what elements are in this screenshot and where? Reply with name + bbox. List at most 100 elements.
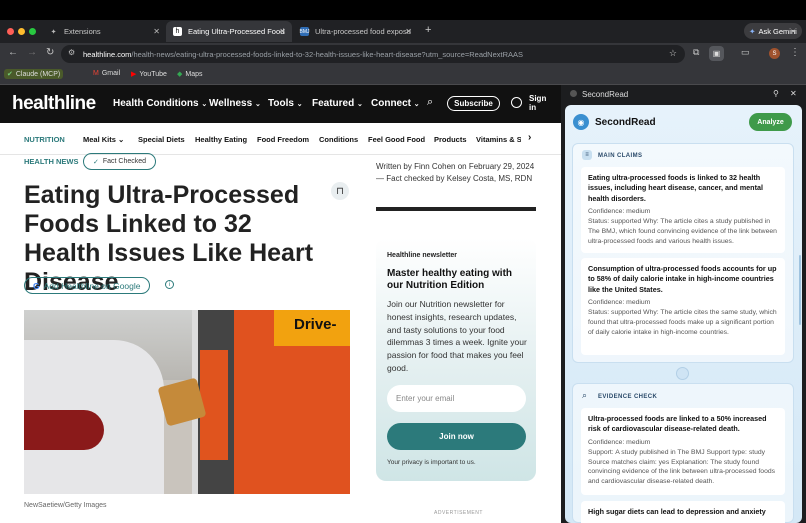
- main-claims-label: MAIN CLAIMS: [598, 153, 643, 159]
- sign-in-link[interactable]: Sign in: [529, 94, 549, 113]
- new-tab-icon[interactable]: +: [425, 24, 431, 36]
- fact-checked-link[interactable]: Fact checked: [386, 174, 434, 183]
- secondread-body: ◉ SecondRead Analyze ≡ MAIN CLAIMS Eatin…: [565, 105, 802, 523]
- tab-extensions[interactable]: ✦ Extensions ✕: [42, 21, 166, 42]
- menu-kebab-icon[interactable]: ⋮: [790, 47, 800, 58]
- advertisement-label: ADVERTISEMENT: [434, 510, 483, 516]
- panel-scrollbar[interactable]: [799, 255, 801, 325]
- healthline-logo[interactable]: healthline: [12, 93, 96, 115]
- tab-ultra-processed[interactable]: BMJ Ultra-processed food exposu ✕: [293, 21, 418, 42]
- bookmark-claude-mcp[interactable]: ✔ Claude (MCP): [4, 69, 64, 79]
- info-icon[interactable]: i: [165, 280, 174, 289]
- subnav-special-diets[interactable]: Special Diets: [138, 135, 185, 144]
- evidence-card: High sugar diets can lead to depression …: [581, 501, 785, 523]
- subnav-meal-kits[interactable]: Meal Kits ⌄: [83, 135, 124, 144]
- bookmark-star-icon[interactable]: ☆: [669, 48, 677, 59]
- site-header: healthline Health Conditions ⌄ Wellness …: [0, 85, 561, 123]
- user-icon[interactable]: [511, 97, 522, 108]
- bookmark-icon[interactable]: ⊓: [331, 182, 349, 200]
- newsletter-box: Healthline newsletter Master healthy eat…: [376, 238, 536, 481]
- join-now-button[interactable]: Join now: [387, 423, 526, 450]
- category-label[interactable]: HEALTH NEWS: [24, 157, 78, 166]
- youtube-icon: ▶: [131, 71, 137, 78]
- maximize-window-button[interactable]: [29, 28, 36, 35]
- extensions-icon[interactable]: ⧉: [693, 47, 699, 58]
- nav-featured[interactable]: Featured ⌄: [312, 98, 363, 109]
- close-tab-icon[interactable]: ✕: [279, 27, 286, 36]
- newsletter-heading: Master healthy eating with our Nutrition…: [387, 268, 513, 291]
- nav-tools[interactable]: Tools ⌄: [268, 98, 303, 109]
- claim-card: Consumption of ultra-processed foods acc…: [581, 258, 785, 355]
- privacy-note: Your privacy is important to us.: [387, 459, 476, 466]
- check-icon: ✓: [93, 158, 99, 166]
- drive-thru-sign: Drive-: [294, 316, 337, 333]
- sub-navigation: NUTRITION Meal Kits ⌄ Special Diets Heal…: [0, 123, 561, 155]
- chevron-down-icon: ⌄: [357, 101, 363, 108]
- search-icon[interactable]: ⌕: [427, 96, 433, 109]
- reload-icon[interactable]: ↻: [46, 47, 54, 58]
- add-healthline-google-button[interactable]: G Add Healthline on Google: [24, 277, 150, 294]
- chevron-right-icon[interactable]: ›: [528, 132, 531, 143]
- profile-avatar[interactable]: S: [769, 48, 780, 59]
- subnav-nutrition[interactable]: NUTRITION: [24, 135, 65, 144]
- subnav-food-freedom[interactable]: Food Freedom: [257, 135, 309, 144]
- author-link[interactable]: Finn Cohen: [414, 162, 455, 171]
- magnifier-icon: ⌕: [582, 390, 588, 400]
- subnav-products[interactable]: Products: [434, 135, 467, 144]
- back-icon[interactable]: ←: [8, 47, 18, 58]
- close-tab-icon[interactable]: ✕: [405, 27, 412, 36]
- image-credit: NewSaetiew/Getty Images: [24, 502, 107, 509]
- chevron-down-icon: ⌄: [118, 135, 125, 144]
- bookmark-gmail[interactable]: M Gmail: [93, 70, 120, 77]
- side-panel-header: SecondRead ⚲ ✕: [561, 85, 806, 103]
- minimize-window-button[interactable]: [18, 28, 25, 35]
- nav-wellness[interactable]: Wellness ⌄: [209, 98, 261, 109]
- scroll-indicator[interactable]: [676, 367, 689, 380]
- forward-icon[interactable]: →: [27, 47, 37, 58]
- system-top-bar: [0, 0, 806, 20]
- tab-list-icon[interactable]: ⌄: [789, 24, 797, 35]
- list-icon: ≡: [582, 150, 592, 160]
- close-tab-icon[interactable]: ✕: [153, 27, 160, 36]
- nav-connect[interactable]: Connect ⌄: [371, 98, 420, 109]
- secondread-title: SecondRead: [595, 117, 656, 128]
- cast-icon[interactable]: ▭: [741, 47, 750, 58]
- email-field[interactable]: Enter your email: [387, 385, 526, 412]
- puzzle-icon: ✦: [50, 28, 57, 36]
- subscribe-button[interactable]: Subscribe: [447, 96, 500, 111]
- maps-icon: ◆: [177, 71, 183, 78]
- close-panel-icon[interactable]: ✕: [790, 89, 797, 98]
- secondread-logo-icon: ◉: [573, 114, 589, 130]
- bookmark-maps[interactable]: ◆ Maps: [177, 70, 203, 79]
- privacy-link[interactable]: privacy: [402, 459, 423, 466]
- analyze-button[interactable]: Analyze: [749, 113, 792, 131]
- newsletter-body: Join our Nutrition newsletter for honest…: [387, 299, 527, 373]
- chevron-down-icon: ⌄: [201, 101, 208, 108]
- close-window-button[interactable]: [7, 28, 14, 35]
- gmail-icon: M: [93, 70, 99, 77]
- nav-health-conditions[interactable]: Health Conditions ⌄: [113, 98, 207, 109]
- bookmarks-bar: [0, 65, 806, 85]
- chevron-down-icon: ⌄: [296, 101, 303, 108]
- article-image: Drive-: [24, 310, 350, 494]
- side-panel-icon[interactable]: ▣: [709, 46, 724, 61]
- subnav-vitamins[interactable]: Vitamins & Su: [476, 135, 521, 144]
- checker-link[interactable]: Kelsey Costa, MS, RDN: [447, 174, 532, 183]
- subnav-conditions[interactable]: Conditions: [319, 135, 358, 144]
- secondread-side-panel: SecondRead ⚲ ✕ ◉ SecondRead Analyze ≡ MA…: [561, 85, 806, 523]
- bmj-favicon-icon: BMJ: [299, 27, 310, 36]
- check-icon: ✔: [7, 71, 13, 78]
- panel-app-icon: [570, 90, 577, 97]
- claim-card: Eating ultra-processed foods is linked t…: [581, 167, 785, 253]
- url-bar[interactable]: ⚙ healthline.com/health-news/eating-ultr…: [61, 45, 685, 63]
- chevron-down-icon: ⌄: [254, 101, 261, 108]
- fact-checked-badge[interactable]: ✓ Fact Checked: [83, 153, 157, 170]
- bookmark-youtube[interactable]: ▶ YouTube: [131, 70, 167, 79]
- tab-healthline[interactable]: h Eating Ultra-Processed Foods ✕: [166, 21, 292, 42]
- evidence-check-label: EVIDENCE CHECK: [598, 394, 658, 400]
- site-info-icon[interactable]: ⚙: [68, 48, 75, 57]
- pin-icon[interactable]: ⚲: [773, 89, 779, 98]
- divider: [376, 207, 536, 211]
- subnav-healthy-eating[interactable]: Healthy Eating: [195, 135, 247, 144]
- subnav-feel-good-food[interactable]: Feel Good Food: [368, 135, 425, 144]
